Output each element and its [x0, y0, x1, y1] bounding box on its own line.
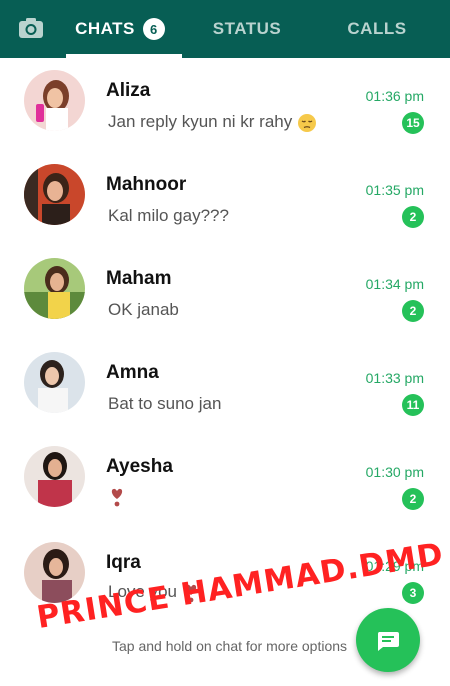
unread-count-badge: 11 — [402, 394, 424, 416]
chat-last-message: OK janab — [108, 300, 179, 319]
unread-count-badge: 2 — [402, 300, 424, 322]
chat-name: Amna — [106, 362, 159, 383]
chat-time: 01:33 pm — [365, 370, 424, 386]
tab-chats-label: CHATS — [75, 19, 135, 38]
chat-name: Aliza — [106, 80, 151, 101]
new-chat-button[interactable] — [356, 608, 420, 672]
avatar[interactable] — [24, 352, 85, 413]
chat-name: Mahnoor — [106, 174, 187, 195]
chat-name: Maham — [106, 268, 172, 289]
heart-exclamation-icon — [111, 488, 123, 506]
chat-time: 01:34 pm — [365, 276, 424, 292]
unread-count-badge: 2 — [402, 488, 424, 510]
chat-time: 01:30 pm — [365, 464, 424, 480]
chat-time: 01:36 pm — [365, 88, 424, 104]
chats-count-badge: 6 — [142, 18, 165, 40]
unread-count-badge: 15 — [402, 112, 424, 134]
tab-calls[interactable]: CALLS — [312, 0, 442, 58]
tab-status[interactable]: STATUS — [182, 0, 312, 58]
chat-time: 01:35 pm — [365, 182, 424, 198]
tab-calls-label: CALLS — [347, 19, 407, 38]
avatar[interactable] — [24, 70, 85, 131]
chat-name: Iqra — [106, 552, 141, 573]
chat-row[interactable]: Ayesha 01:30 pm 2 — [0, 434, 450, 528]
message-icon — [377, 632, 399, 651]
chat-row[interactable]: Mahnoor Kal milo gay??? 01:35 pm 2 — [0, 152, 450, 246]
chat-last-message: Jan reply kyun ni kr rahy — [108, 112, 317, 133]
avatar[interactable] — [24, 164, 85, 225]
chat-row[interactable]: Maham OK janab 01:34 pm 2 — [0, 246, 450, 340]
avatar[interactable] — [24, 258, 85, 319]
chat-row[interactable]: Aliza Jan reply kyun ni kr rahy 01:36 pm… — [0, 58, 450, 152]
chat-row[interactable]: Amna Bat to suno jan 01:33 pm 11 — [0, 340, 450, 434]
chat-last-message: Bat to suno jan — [108, 394, 222, 413]
chat-last-message: Kal milo gay??? — [108, 206, 229, 225]
chat-last-message — [108, 486, 126, 507]
unread-count-badge: 3 — [402, 582, 424, 604]
hint-text: Tap and hold on chat for more options — [112, 638, 348, 654]
chat-name: Ayesha — [106, 456, 173, 477]
avatar[interactable] — [24, 446, 85, 507]
tab-chats[interactable]: CHATS 6 — [58, 0, 182, 58]
unread-count-badge: 2 — [402, 206, 424, 228]
top-bar: CHATS 6 STATUS CALLS — [0, 0, 450, 58]
pensive-face-icon — [297, 113, 316, 132]
tab-status-label: STATUS — [212, 19, 282, 38]
camera-icon[interactable] — [18, 17, 44, 39]
